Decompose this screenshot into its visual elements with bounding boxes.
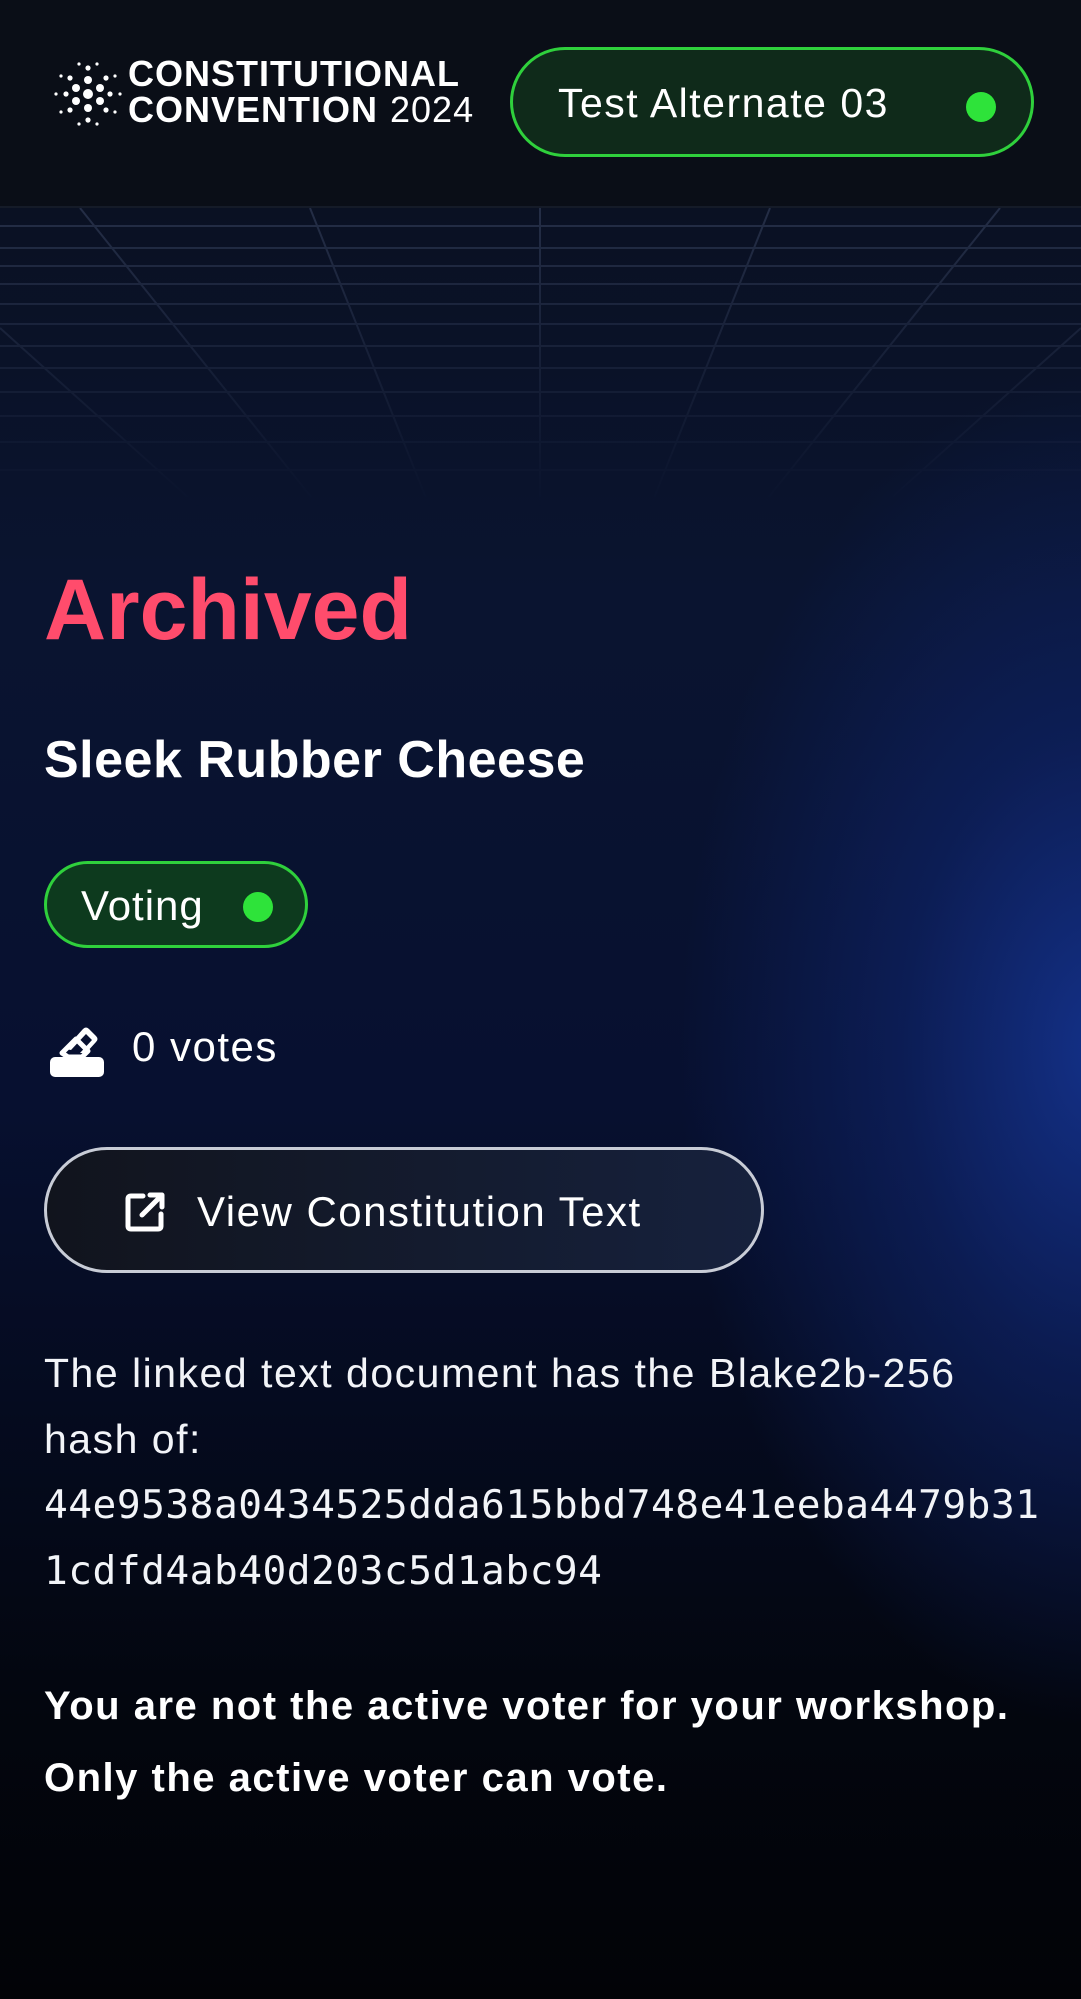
logo-year: 2024 xyxy=(390,89,475,130)
proposal-title: Sleek Rubber Cheese xyxy=(44,731,586,789)
view-constitution-text-button[interactable]: View Constitution Text xyxy=(44,1147,764,1273)
hash-description: The linked text document has the Blake2b… xyxy=(44,1340,1044,1604)
user-name-label: Test Alternate 03 xyxy=(558,80,889,126)
inactive-voter-notice: You are not the active voter for your wo… xyxy=(44,1684,1010,1800)
grid-background xyxy=(0,208,1081,508)
logo-title-convention: CONVENTION xyxy=(128,89,379,130)
view-constitution-text-label: View Constitution Text xyxy=(197,1188,642,1235)
cardano-logo-icon xyxy=(54,62,122,126)
hash-value: 44e9538a0434525dda615bbd748e41eeba4479b3… xyxy=(44,1482,1040,1594)
logo-title-line2: CONVENTION 2024 xyxy=(128,92,474,128)
header: CONSTITUTIONAL CONVENTION 2024 Test Alter… xyxy=(0,0,1081,208)
proposal-status-heading: Archived xyxy=(44,562,413,658)
user-account-button[interactable]: Test Alternate 03 xyxy=(510,47,1034,157)
phase-status-label: Voting xyxy=(81,882,204,929)
external-link-icon xyxy=(125,1192,165,1232)
logo-title-line1: CONSTITUTIONAL xyxy=(128,53,460,94)
hash-intro-text: The linked text document has the Blake2b… xyxy=(44,1350,956,1462)
logo[interactable]: CONSTITUTIONAL CONVENTION 2024 xyxy=(52,54,502,132)
phase-status-dot-icon xyxy=(243,892,273,922)
connected-status-dot-icon xyxy=(966,92,996,122)
ballot-icon xyxy=(50,1027,104,1077)
page: CONSTITUTIONAL CONVENTION 2024 Test Alter… xyxy=(0,0,1081,1999)
phase-status-badge: Voting xyxy=(44,861,308,948)
votes-count: 0 votes xyxy=(132,1023,278,1070)
